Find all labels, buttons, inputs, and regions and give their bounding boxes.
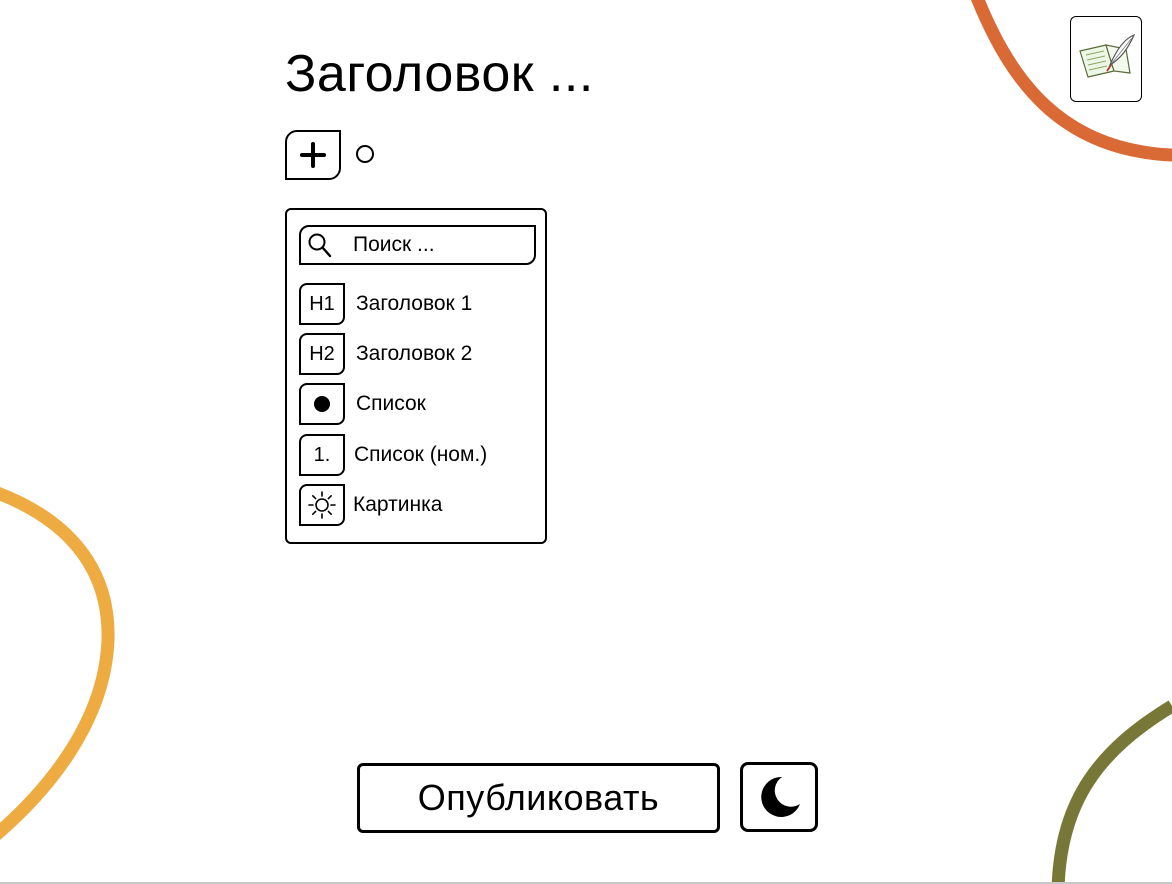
menu-item-heading-2[interactable]: H2 Заголовок 2 bbox=[299, 333, 539, 375]
numbered-list-icon: 1. bbox=[299, 434, 345, 476]
menu-item-label: Список bbox=[356, 392, 426, 415]
menu-item-bullet-list[interactable]: Список bbox=[299, 383, 539, 425]
circle-icon[interactable] bbox=[356, 145, 374, 163]
menu-item-label: Картинка bbox=[353, 493, 443, 516]
decorative-curves bbox=[0, 0, 1172, 884]
menu-search[interactable] bbox=[299, 225, 536, 265]
page-title[interactable]: Заголовок ... bbox=[285, 42, 594, 106]
yellow-curve bbox=[0, 487, 115, 840]
menu-item-numbered-list[interactable]: 1. Список (ном.) bbox=[299, 434, 539, 476]
plus-icon bbox=[300, 142, 326, 168]
h2-icon: H2 bbox=[299, 333, 345, 375]
menu-item-label: Заголовок 1 bbox=[356, 292, 473, 315]
menu-item-image[interactable]: Картинка bbox=[299, 484, 539, 526]
sun-icon bbox=[299, 484, 345, 526]
notebook-quill-button[interactable] bbox=[1070, 16, 1142, 102]
menu-item-heading-1[interactable]: H1 Заголовок 1 bbox=[299, 283, 539, 325]
menu-item-label: Список (ном.) bbox=[354, 443, 488, 466]
publish-button[interactable]: Опубликовать bbox=[357, 763, 720, 833]
h1-icon: H1 bbox=[299, 283, 345, 325]
moon-icon bbox=[761, 776, 800, 817]
theme-toggle-button[interactable] bbox=[740, 762, 818, 832]
notebook-quill-icon bbox=[1079, 33, 1136, 78]
bullet-icon bbox=[299, 383, 345, 425]
olive-curve bbox=[1051, 700, 1172, 884]
add-block-button[interactable] bbox=[285, 130, 341, 180]
search-icon bbox=[308, 233, 332, 258]
search-input[interactable] bbox=[353, 231, 523, 259]
block-type-menu: H1 Заголовок 1 H2 Заголовок 2 Список 1. … bbox=[285, 208, 547, 544]
menu-item-label: Заголовок 2 bbox=[356, 342, 473, 365]
